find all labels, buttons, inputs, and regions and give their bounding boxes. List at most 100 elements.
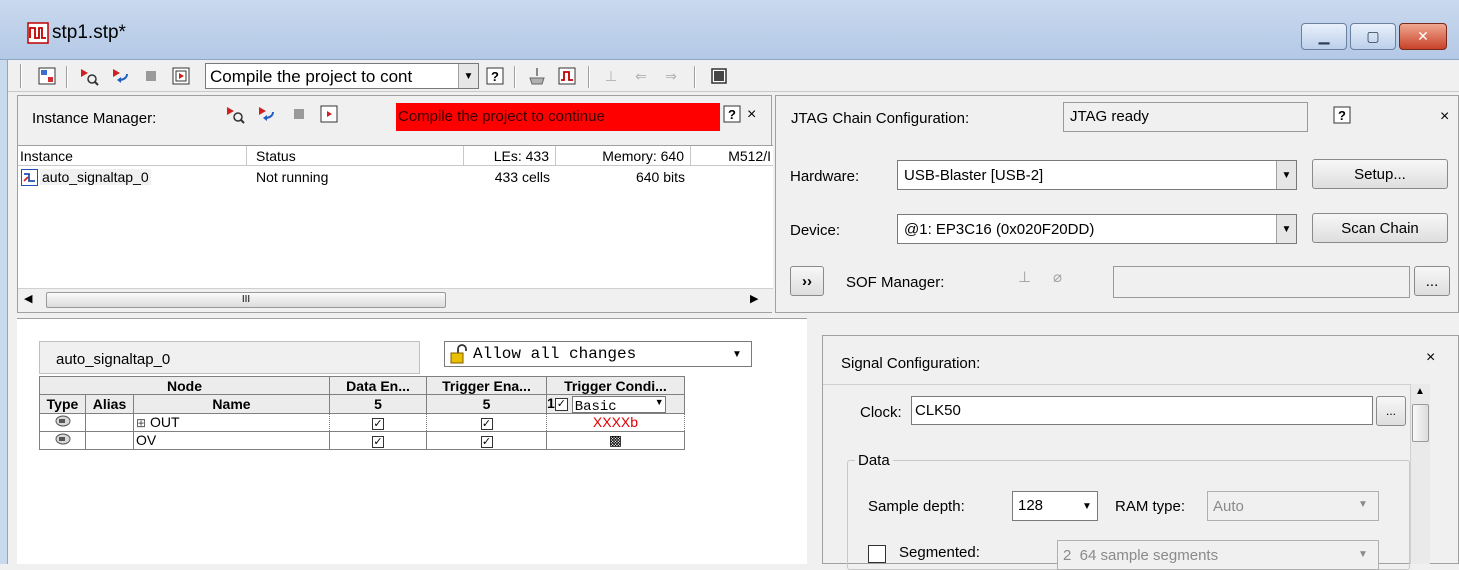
autorun-analysis-icon[interactable] [78,65,100,87]
vertical-scrollbar[interactable]: ▲ [1410,384,1430,564]
node-table[interactable]: Node Data En... Trigger Ena... Trigger C… [39,376,685,450]
help-icon[interactable]: ? [721,103,743,125]
window-frame-left [0,60,8,564]
insert-node-icon[interactable]: ⊥ [600,65,622,87]
trigger-mode-select[interactable]: Basic ▼ [571,395,666,413]
help-icon[interactable]: ? [1331,104,1353,126]
column-header-type[interactable]: Type [39,394,86,414]
instance-list[interactable]: Instance Status LEs: 433 Memory: 640 M51… [18,145,773,288]
maximize-button[interactable]: ▢ [1350,23,1396,50]
checkbox-checked-icon[interactable]: ✓ [372,436,384,449]
lock-mode-select[interactable]: Allow all changes ▼ [444,341,752,367]
instance-memory: 640 bits [635,169,685,185]
device-select[interactable]: @1: EP3C16 (0x020F20DD) ▼ [897,214,1297,244]
program-device-icon[interactable] [526,65,548,87]
previous-node-icon[interactable]: ⇐ [630,65,652,87]
chevron-down-icon[interactable]: ▼ [1358,499,1368,510]
trigger-condition-cell[interactable]: XXXXb [546,412,685,432]
checkbox-checked-icon[interactable]: ✓ [372,418,384,431]
column-header-status[interactable]: Status [247,146,464,166]
run-analysis-icon[interactable] [256,103,278,125]
read-data-icon[interactable] [318,103,340,125]
node-name-cell[interactable]: OV [133,430,330,450]
column-header-name[interactable]: Name [133,394,330,414]
close-icon[interactable]: × [1440,108,1449,126]
sof-browse-button[interactable]: ... [1414,266,1450,296]
column-header-les[interactable]: LEs: 433 [464,146,556,166]
device-value: @1: EP3C16 (0x020F20DD) [904,221,1095,238]
checkbox-checked-icon[interactable]: ✓ [480,418,493,431]
trigger-enable-cell[interactable]: ✓ [426,430,547,450]
chevron-down-icon[interactable]: ▼ [727,342,747,366]
chevron-down-icon[interactable]: ▼ [1077,492,1097,520]
autorun-analysis-icon[interactable] [224,103,246,125]
column-header-instance[interactable]: Instance [18,146,247,166]
checkbox-checked-icon[interactable]: ✓ [480,436,493,449]
chevron-down-icon[interactable]: ▼ [1276,161,1296,189]
stop-analysis-icon[interactable] [288,103,310,125]
scroll-thumb[interactable] [1412,404,1429,442]
setup-button[interactable]: Setup... [1312,159,1448,189]
close-icon[interactable]: × [747,106,756,124]
horizontal-scrollbar[interactable]: ◀ III ▶ [18,288,773,312]
ram-type-select[interactable]: Auto ▼ [1207,491,1379,521]
next-node-icon[interactable]: ⇒ [660,65,682,87]
column-header-m512[interactable]: M512/I [691,146,773,166]
window-layout-icon[interactable] [708,65,730,87]
scroll-right-icon[interactable]: ▶ [750,292,758,305]
table-row[interactable]: auto_signaltap_0 Not running 433 cells 6… [18,168,773,188]
stop-analysis-icon[interactable] [140,65,162,87]
close-button[interactable]: ✕ [1399,23,1447,50]
minimize-button[interactable]: ▁ [1301,23,1347,50]
scroll-left-icon[interactable]: ◀ [24,292,32,305]
table-row[interactable]: ⊞ OUT ✓ ✓ XXXXb [39,412,685,432]
column-header-alias[interactable]: Alias [85,394,134,414]
trigger-level-check-icon[interactable]: ✓ [554,397,568,411]
table-row[interactable]: OV ✓ ✓ ▩ [39,430,685,450]
attach-file-icon[interactable]: ⌀ [1053,268,1062,286]
clock-label: Clock: [860,404,902,421]
scan-chain-button[interactable]: Scan Chain [1312,213,1448,243]
toolbar-grip[interactable] [20,64,22,88]
status-combo[interactable]: Compile the project to cont ▼ [205,63,479,89]
column-header-memory[interactable]: Memory: 640 [556,146,691,166]
chevron-down-icon[interactable]: ▼ [1358,549,1368,560]
jtag-status-field: JTAG ready [1063,102,1308,132]
waveform-export-icon[interactable] [556,65,578,87]
node-alias-cell[interactable] [85,412,134,432]
hardware-select[interactable]: USB-Blaster [USB-2] ▼ [897,160,1297,190]
data-enable-count: 5 [329,394,427,414]
expand-icon[interactable]: ⊞ [136,416,146,430]
clock-browse-button[interactable]: ... [1376,396,1406,426]
run-analysis-icon[interactable] [110,65,132,87]
instance-tab[interactable]: auto_signaltap_0 [39,341,420,374]
read-data-icon[interactable] [170,65,192,87]
help-icon[interactable]: ? [484,65,506,87]
column-header-trigger-condition[interactable]: Trigger Condi... [546,376,685,395]
close-icon[interactable]: × [1426,349,1435,367]
data-enable-cell[interactable]: ✓ [329,412,427,432]
segments-select[interactable]: 2 64 sample segments ▼ [1057,540,1379,570]
data-enable-cell[interactable]: ✓ [329,430,427,450]
scroll-up-icon[interactable]: ▲ [1415,386,1425,397]
clock-input[interactable]: CLK50 [911,396,1373,425]
expand-sof-button[interactable]: ›› [790,266,824,296]
column-header-node[interactable]: Node [39,376,330,395]
trigger-condition-cell[interactable]: ▩ [546,430,685,450]
column-header-data-enable[interactable]: Data En... [329,376,427,395]
sample-depth-select[interactable]: 128 ▼ [1012,491,1098,521]
trigger-enable-cell[interactable]: ✓ [426,412,547,432]
chevron-down-icon[interactable]: ▼ [458,64,478,88]
instance-manager-toggle-icon[interactable] [36,65,58,87]
hardware-value: USB-Blaster [USB-2] [904,167,1044,184]
program-device-icon[interactable]: ⊥ [1018,268,1031,286]
scroll-thumb[interactable]: III [46,292,446,308]
output-pin-icon [55,433,70,445]
segmented-checkbox[interactable] [868,545,886,563]
window-titlebar[interactable]: stp1.stp* ▁ ▢ ✕ [0,0,1459,60]
column-header-trigger-enable[interactable]: Trigger Ena... [426,376,547,395]
chevron-down-icon[interactable]: ▼ [655,397,664,407]
node-alias-cell[interactable] [85,430,134,450]
node-name-cell[interactable]: ⊞ OUT [133,412,330,432]
chevron-down-icon[interactable]: ▼ [1276,215,1296,243]
